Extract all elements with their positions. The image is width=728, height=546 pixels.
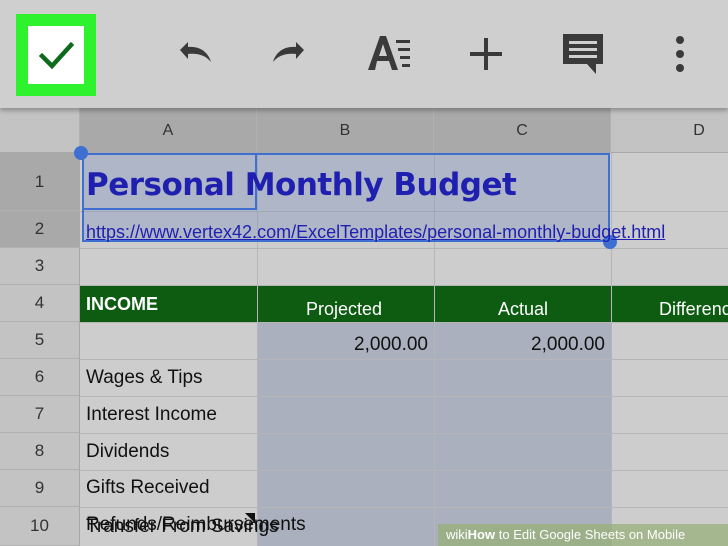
template-link[interactable]: https://www.vertex42.com/ExcelTemplates/…	[86, 222, 665, 243]
header-difference: Differenc	[659, 299, 728, 319]
selection-handle-start[interactable]	[74, 146, 88, 160]
column-header-a[interactable]: A	[80, 108, 257, 153]
item-gifts: Gifts Received	[86, 477, 210, 498]
watermark-brand: wiki	[446, 527, 468, 542]
item-wages: Wages & Tips	[86, 367, 203, 388]
done-button[interactable]	[16, 14, 96, 96]
row-header-9[interactable]: 9	[0, 470, 80, 507]
done-button-inner	[28, 26, 84, 84]
item-transfer: Transfer From Savings	[86, 516, 279, 537]
row-header-5[interactable]: 5	[0, 322, 80, 359]
item-interest: Interest Income	[86, 404, 217, 425]
redo-icon	[273, 42, 304, 62]
grid-line	[80, 322, 728, 323]
wages-actual: 2,000.00	[531, 334, 605, 355]
column-headers: A B C D	[0, 108, 728, 153]
grid-line	[611, 153, 612, 546]
grid-line	[80, 359, 728, 360]
header-projected: Projected	[306, 299, 383, 319]
column-header-b[interactable]: B	[257, 108, 434, 153]
row-header-2[interactable]: 2	[0, 211, 80, 248]
wages-projected: 2,000.00	[354, 334, 428, 355]
row-header-7[interactable]: 7	[0, 396, 80, 433]
row-header-1[interactable]: 1	[0, 153, 80, 211]
grid-line	[80, 470, 728, 471]
redo-button[interactable]	[262, 26, 318, 82]
header-actual: Actual	[498, 299, 549, 319]
text-format-icon	[368, 36, 410, 70]
wikihow-watermark: wikiHow to Edit Google Sheets on Mobile	[438, 524, 728, 546]
grid-line	[80, 507, 728, 508]
spreadsheet-grid: A B C D 1 2 3 4 5 6 7 8 9 10 Personal Mo…	[0, 108, 728, 546]
undo-icon	[180, 42, 211, 62]
column-header-d[interactable]: D	[611, 108, 728, 153]
row-header-4[interactable]: 4	[0, 285, 80, 322]
text-format-button[interactable]	[360, 26, 416, 82]
comment-button[interactable]	[556, 26, 612, 82]
row-header-8[interactable]: 8	[0, 433, 80, 470]
more-options-button[interactable]	[652, 26, 708, 82]
income-label: INCOME	[86, 294, 158, 314]
cell-area[interactable]: Personal Monthly Budget https://www.vert…	[74, 146, 728, 546]
more-vert-icon	[676, 36, 684, 72]
comment-icon	[563, 34, 603, 74]
corner-cell[interactable]	[0, 108, 80, 153]
check-icon	[38, 41, 75, 70]
grid-line	[80, 433, 728, 434]
row-header-3[interactable]: 3	[0, 248, 80, 285]
plus-icon	[470, 38, 502, 70]
grid-line	[80, 396, 728, 397]
edit-toolbar	[0, 0, 728, 108]
grid-line	[80, 248, 728, 249]
row-header-6[interactable]: 6	[0, 359, 80, 396]
column-header-c[interactable]: C	[434, 108, 611, 153]
item-dividends: Dividends	[86, 441, 170, 462]
watermark-text: to Edit Google Sheets on Mobile	[495, 527, 686, 542]
undo-button[interactable]	[166, 26, 222, 82]
income-header-band	[80, 285, 728, 322]
insert-button[interactable]	[458, 26, 514, 82]
row-header-10[interactable]: 10	[0, 507, 80, 546]
sheet-title: Personal Monthly Budget	[86, 167, 517, 203]
grid-line	[80, 285, 728, 286]
watermark-how: How	[467, 527, 496, 542]
